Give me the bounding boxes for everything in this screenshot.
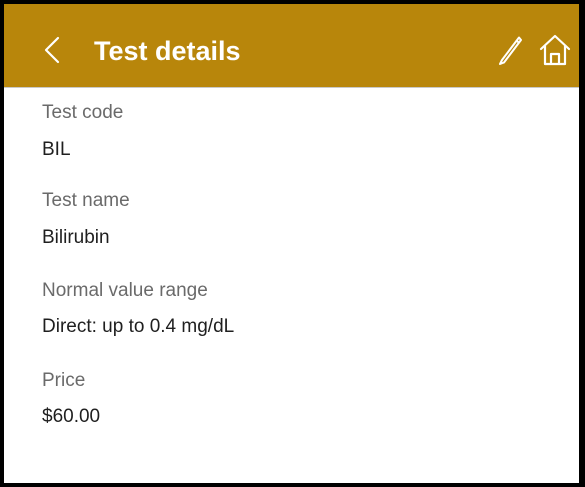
- page-title: Test details: [94, 36, 241, 66]
- back-button[interactable]: [34, 30, 70, 70]
- app-screen: Test details Test code BIL Test name Bil…: [0, 0, 585, 487]
- home-icon: [539, 34, 571, 66]
- test-name-label: Test name: [42, 190, 130, 211]
- header-divider: [4, 87, 579, 88]
- test-code-value: BIL: [42, 139, 71, 160]
- home-button[interactable]: [535, 31, 575, 69]
- normal-range-value: Direct: up to 0.4 mg/dL: [42, 316, 235, 337]
- price-label: Price: [42, 370, 86, 391]
- normal-range-label: Normal value range: [42, 280, 208, 301]
- edit-button[interactable]: [494, 32, 526, 68]
- chevron-left-icon: [44, 36, 60, 64]
- price-value: $60.00: [42, 406, 101, 427]
- pencil-icon: [499, 36, 522, 65]
- header-bar: Test details: [4, 4, 579, 87]
- test-code-label: Test code: [42, 102, 124, 123]
- test-name-value: Bilirubin: [42, 227, 110, 248]
